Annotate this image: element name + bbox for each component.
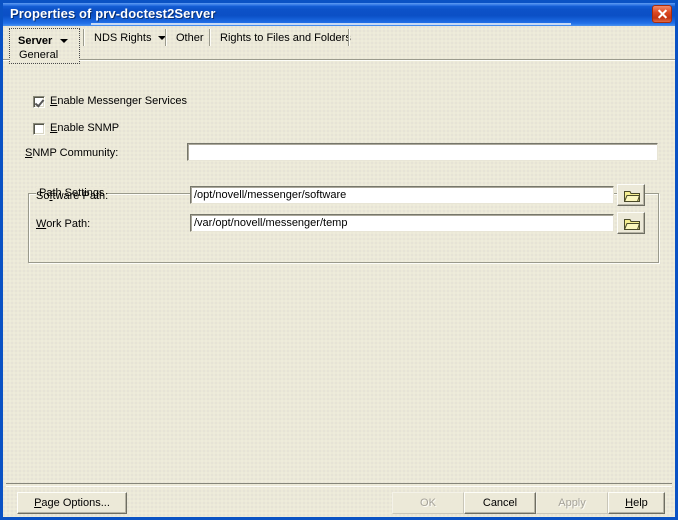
tab-strip-underline-light (3, 60, 675, 61)
bottom-separator (6, 483, 672, 487)
titlebar-underline (91, 23, 571, 25)
button-label: elp (633, 497, 648, 509)
accel-letter: W (36, 218, 47, 230)
tab-nds-rights-label: NDS Rights (94, 31, 152, 44)
tab-rights-label: Rights to Files and Folders (220, 31, 351, 44)
snmp-community-label: SNMP Community: (25, 147, 118, 159)
work-path-input[interactable]: /var/opt/novell/messenger/temp (190, 214, 614, 232)
snmp-community-input[interactable] (187, 143, 658, 161)
button-label: Cancel (482, 497, 518, 509)
properties-dialog-window: Properties of prv-doctest2Server Server … (0, 0, 678, 520)
software-path-label: Software Path: (36, 190, 108, 202)
tab-other[interactable]: Other (169, 29, 211, 46)
tab-active-mask (10, 59, 79, 61)
accel-letter: H (625, 497, 634, 509)
button-label: OK (420, 497, 436, 509)
label-text: tware Path: (52, 190, 109, 202)
tab-separator (83, 29, 84, 46)
label-text: ork Path: (46, 218, 91, 230)
label-text: nable SNMP (57, 122, 120, 134)
tab-strip: Server General NDS Rights Other Rights t… (3, 26, 675, 64)
folder-icon (624, 219, 640, 230)
label-text: So (36, 190, 50, 202)
title-bar: Properties of prv-doctest2Server (3, 3, 675, 26)
tab-separator (165, 29, 166, 46)
work-path-browse-button[interactable] (617, 212, 645, 234)
ok-button[interactable]: OK (392, 492, 464, 514)
close-icon[interactable] (652, 5, 672, 23)
tab-separator (209, 29, 210, 46)
cancel-button[interactable]: Cancel (464, 492, 536, 514)
tab-server-label: Server (18, 35, 53, 47)
tab-server-header[interactable]: Server (18, 33, 69, 49)
tab-rights-to-files-and-folders[interactable]: Rights to Files and Folders (213, 29, 358, 46)
apply-button[interactable]: Apply (536, 492, 608, 514)
label-text: nable Messenger Services (57, 95, 187, 107)
button-label: Apply (558, 497, 586, 509)
tab-nds-rights[interactable]: NDS Rights (87, 29, 173, 46)
folder-icon (624, 191, 640, 202)
page-options-button[interactable]: Page Options... (17, 492, 127, 514)
tab-other-label: Other (176, 31, 204, 44)
software-path-browse-button[interactable] (617, 184, 645, 206)
software-path-input[interactable]: /opt/novell/messenger/software (190, 186, 614, 204)
enable-messenger-services-label: Enable Messenger Services (50, 95, 187, 107)
enable-snmp-label: Enable SNMP (50, 122, 119, 134)
accel-letter: P (34, 497, 42, 509)
help-button[interactable]: Help (608, 492, 665, 514)
enable-messenger-services-checkbox[interactable] (33, 96, 45, 108)
work-path-label: Work Path: (36, 218, 90, 230)
label-text: NMP Community: (32, 147, 119, 159)
enable-snmp-checkbox[interactable] (33, 123, 45, 135)
chevron-down-icon[interactable] (60, 39, 69, 43)
window-title: Properties of prv-doctest2Server (10, 6, 216, 21)
button-label: age Options... (41, 497, 110, 509)
tab-separator (348, 29, 349, 46)
dialog-client-area: Server General NDS Rights Other Rights t… (3, 26, 675, 517)
